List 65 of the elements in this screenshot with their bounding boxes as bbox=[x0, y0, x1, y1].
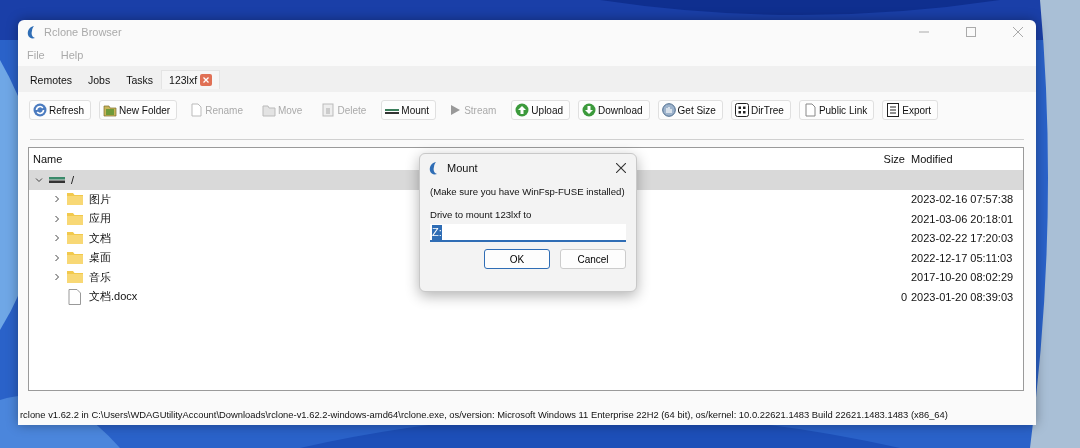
dialog-message: (Make sure you have WinFsp-FUSE installed) bbox=[430, 186, 626, 197]
file-icon bbox=[67, 288, 83, 305]
tab[interactable]: Remotes bbox=[22, 69, 80, 89]
folder-icon bbox=[67, 191, 83, 208]
up-arrow-icon bbox=[515, 103, 530, 117]
refresh-icon bbox=[33, 103, 47, 117]
close-icon[interactable] bbox=[616, 163, 626, 173]
export-button[interactable]: Export bbox=[882, 100, 939, 120]
list-icon bbox=[886, 103, 901, 117]
refresh-button[interactable]: Refresh bbox=[29, 100, 91, 120]
folder-name: 应用 bbox=[89, 211, 111, 227]
folder-name: 文档 bbox=[89, 230, 111, 246]
page-icon bbox=[189, 103, 204, 117]
modified-date: 2021-03-06 20:18:01 bbox=[911, 212, 1014, 225]
folder-name: 图片 bbox=[89, 191, 111, 207]
modified-date: 2023-01-20 08:39:03 bbox=[911, 290, 1014, 303]
down-arrow-icon bbox=[582, 103, 597, 117]
drive-icon bbox=[49, 176, 65, 183]
grid-icon bbox=[734, 103, 749, 117]
folder-icon bbox=[103, 103, 117, 117]
drive-input-field[interactable]: Z: bbox=[430, 224, 626, 242]
close-icon bbox=[1013, 27, 1023, 37]
chevron-right-icon[interactable] bbox=[53, 214, 61, 223]
size-value: 0 bbox=[900, 290, 907, 303]
folder-icon bbox=[67, 210, 83, 227]
file-name: / bbox=[71, 173, 75, 186]
modified-date: 2017-10-20 08:02:29 bbox=[911, 271, 1014, 284]
page-icon bbox=[802, 103, 817, 117]
modified-date: 2023-02-22 17:20:03 bbox=[911, 232, 1014, 245]
folder-icon bbox=[67, 269, 83, 286]
column-header[interactable]: Modified bbox=[911, 153, 1023, 165]
public-link-button[interactable]: Public Link bbox=[798, 100, 875, 120]
dialog-title: Mount bbox=[447, 162, 478, 174]
tab[interactable]: Jobs bbox=[80, 69, 119, 89]
chevron-right-icon[interactable] bbox=[53, 273, 61, 282]
chevron-right-icon[interactable] bbox=[53, 253, 61, 262]
modified-date: 2022-12-17 05:11:03 bbox=[911, 251, 1013, 264]
maximize-icon bbox=[966, 27, 976, 37]
chevron-down-icon[interactable] bbox=[35, 175, 43, 184]
new-folder-button[interactable]: New Folder bbox=[99, 100, 178, 120]
folder-name: 桌面 bbox=[89, 250, 111, 266]
chevron-right-icon[interactable] bbox=[53, 195, 61, 204]
upload-button[interactable]: Upload bbox=[511, 100, 571, 120]
file-name: 文档.docx bbox=[89, 289, 138, 305]
dir-tree-button[interactable]: DirTree bbox=[730, 100, 791, 120]
tab[interactable]: Tasks bbox=[118, 69, 162, 89]
column-header[interactable]: Name bbox=[29, 153, 861, 165]
folder-icon bbox=[67, 230, 83, 247]
gauge-icon bbox=[661, 103, 676, 117]
download-button[interactable]: Download bbox=[578, 100, 650, 120]
column-header[interactable]: Size bbox=[861, 153, 911, 165]
status-bar: rclone v1.62.2 in C:\Users\WDAGUtilityAccount\Downloads\rclone-v1.62.2-windows-amd64\rclone.exe, os/version: Microsoft Windows 11 Enterprise 22H2 (64 bit), os/kernel: 10.0.22621.1483 Build 22621.1483.1483 (x86_64) bbox=[18, 405, 1036, 425]
folder-icon bbox=[67, 249, 83, 266]
field-label: Drive to mount 123lxf to bbox=[430, 209, 533, 220]
folder-icon bbox=[261, 103, 276, 117]
chevron-right-icon[interactable] bbox=[53, 234, 61, 243]
window-title: Rclone Browser bbox=[44, 26, 122, 38]
ok-button[interactable]: OK bbox=[484, 249, 550, 269]
cancel-button[interactable]: Cancel bbox=[560, 249, 626, 269]
tab[interactable]: 123lxf bbox=[161, 69, 221, 89]
modified-date: 2023-02-16 07:57:38 bbox=[911, 193, 1014, 206]
trash-icon bbox=[321, 103, 336, 117]
mount-button[interactable]: Mount bbox=[381, 100, 437, 120]
get-size-button[interactable]: Get Size bbox=[657, 100, 723, 120]
folder-name: 音乐 bbox=[89, 269, 111, 285]
